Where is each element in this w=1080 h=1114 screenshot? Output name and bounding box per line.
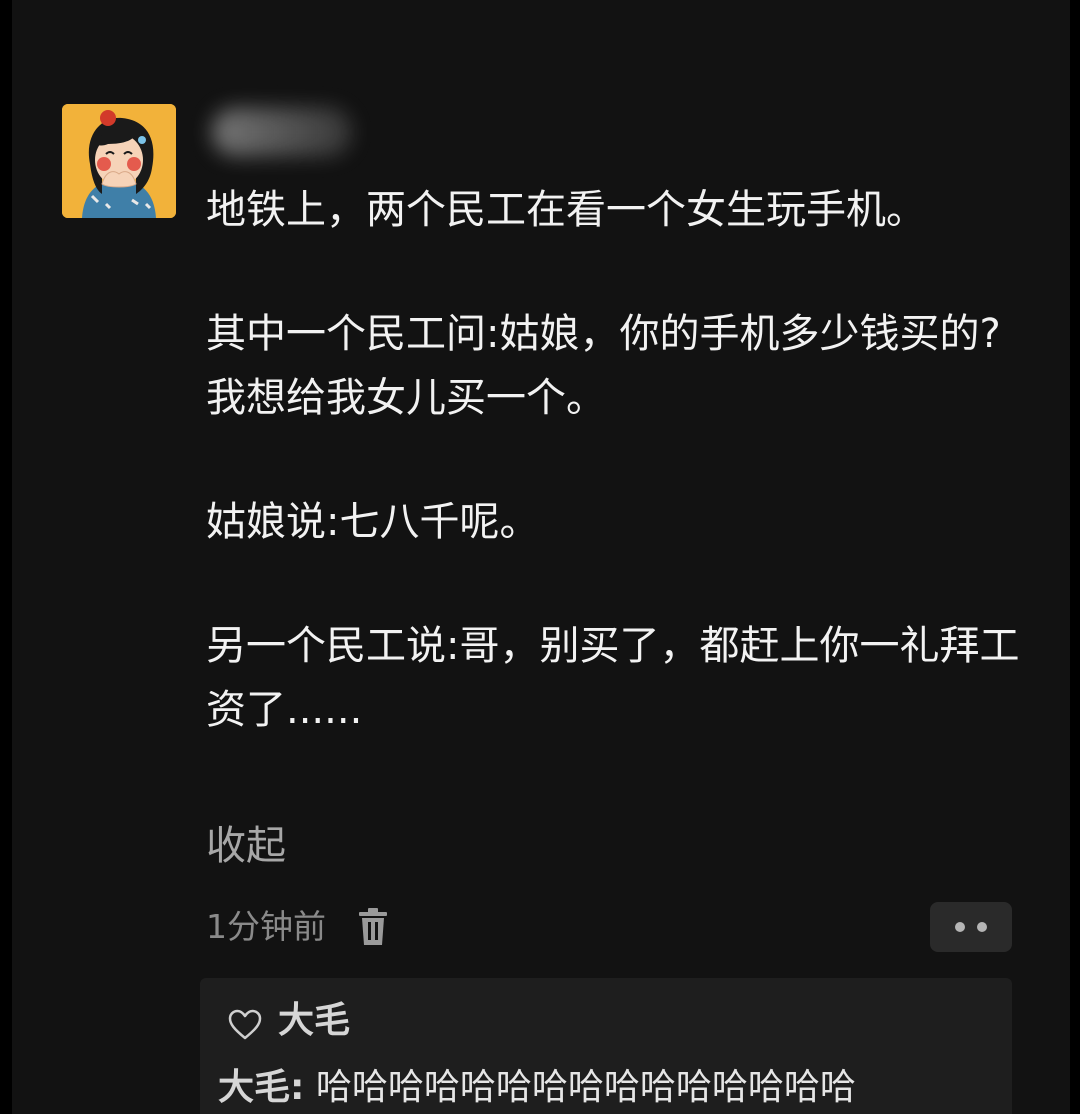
timestamp: 1分钟前 — [206, 907, 326, 946]
post-paragraph: 另一个民工说:哥，别买了，都赶上你一礼拜工资了...... — [206, 623, 1020, 733]
post-meta: 1分钟前 — [206, 902, 390, 952]
likes-user-link[interactable]: 大毛 — [278, 996, 350, 1046]
post-paragraph: 地铁上，两个民工在看一个女生玩手机。 — [206, 187, 926, 233]
heart-outline-icon — [228, 1005, 262, 1040]
more-dot-icon — [977, 922, 987, 932]
username-blurred[interactable] — [212, 108, 352, 156]
avatar[interactable] — [62, 104, 176, 218]
more-dot-icon — [955, 922, 965, 932]
post-paragraph: 姑娘说:七八千呢。 — [206, 499, 540, 545]
comment-item[interactable]: 大毛: 哈哈哈哈哈哈哈哈哈哈哈哈哈哈哈 — [218, 1062, 1008, 1114]
collapse-link[interactable]: 收起 — [206, 816, 286, 876]
avatar-illustration — [62, 104, 176, 218]
comment-author[interactable]: 大毛: — [218, 1067, 304, 1108]
likes-row: 大毛 — [228, 996, 350, 1046]
comment-text: 哈哈哈哈哈哈哈哈哈哈哈哈哈哈哈 — [304, 1067, 856, 1108]
comments-panel: 大毛 大毛: 哈哈哈哈哈哈哈哈哈哈哈哈哈哈哈 — [200, 978, 1012, 1114]
trash-icon[interactable] — [356, 907, 390, 947]
post-content: 地铁上，两个民工在看一个女生玩手机。 其中一个民工问:姑娘，你的手机多少钱买的?… — [206, 178, 1028, 802]
more-actions-button[interactable] — [930, 902, 1012, 952]
post-paragraph: 其中一个民工问:姑娘，你的手机多少钱买的?我想给我女儿买一个。 — [206, 311, 1001, 421]
